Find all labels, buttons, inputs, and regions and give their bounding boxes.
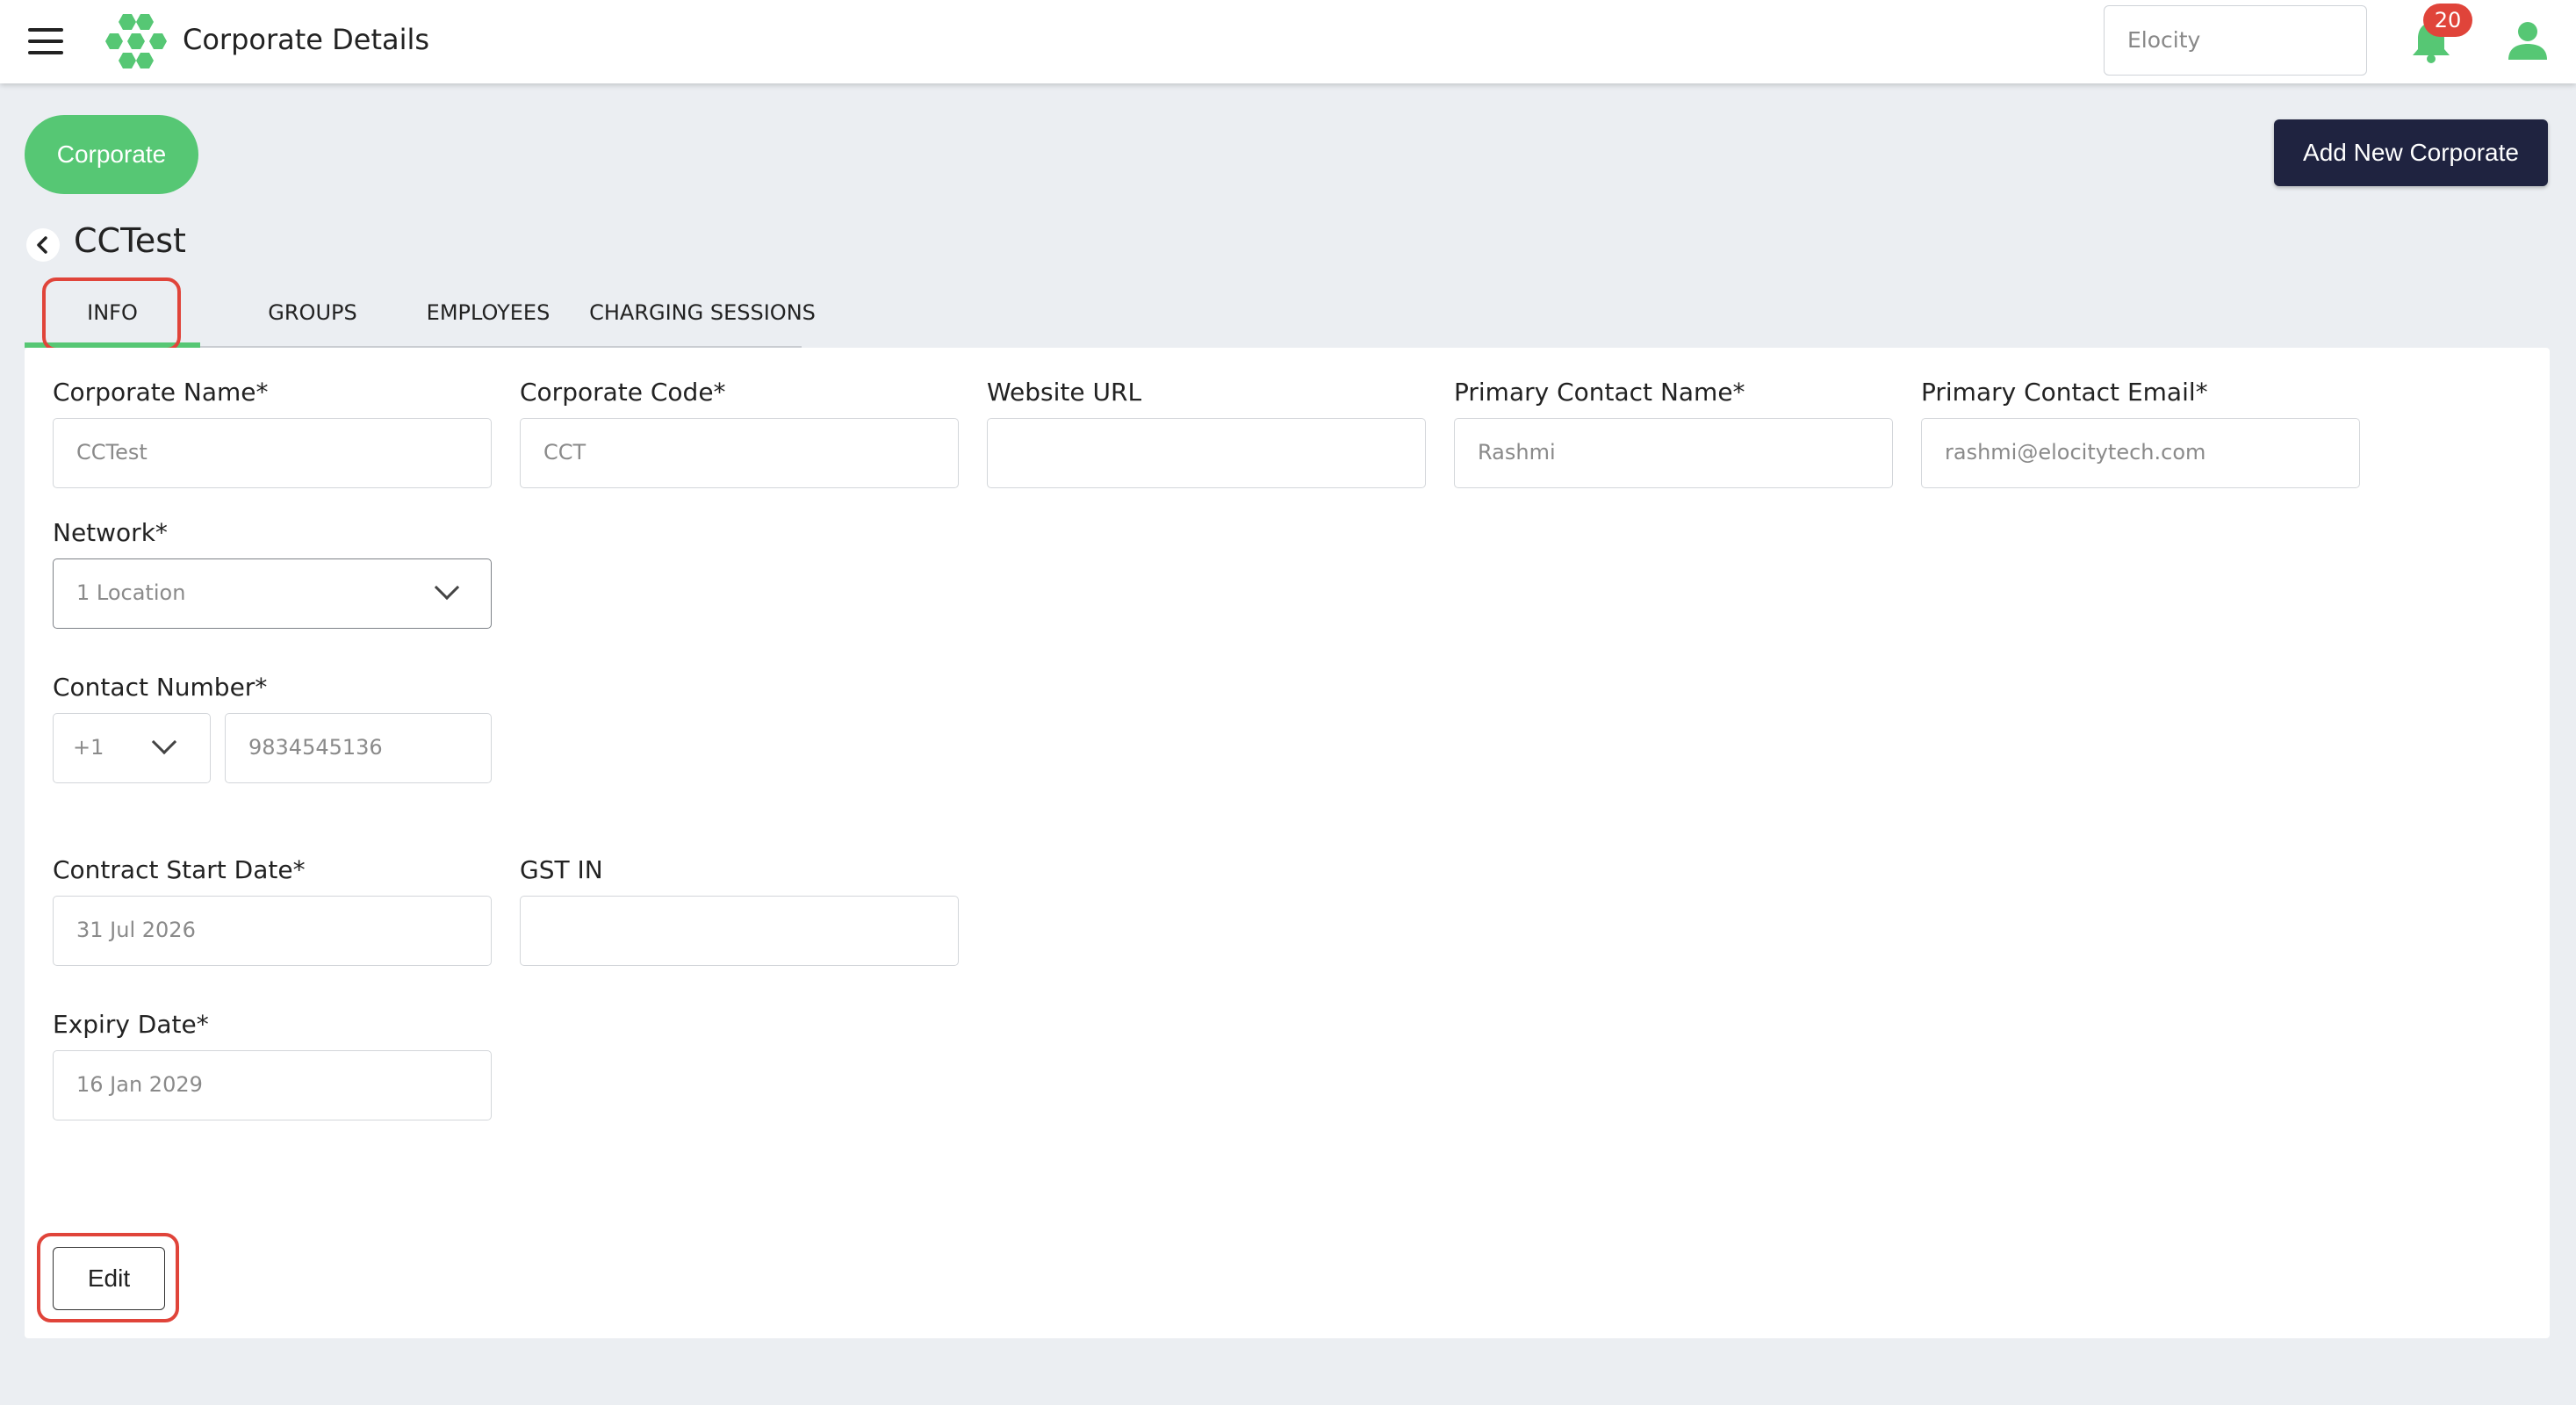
tab-groups[interactable]: GROUPS: [225, 286, 400, 348]
logo-icon: [105, 14, 167, 68]
country-code-select[interactable]: +1: [53, 713, 211, 783]
expiry-date-label: Expiry Date*: [53, 1010, 209, 1039]
chevron-down-icon: [434, 574, 460, 601]
website-url-field[interactable]: [987, 418, 1426, 488]
chevron-down-icon: [151, 729, 177, 755]
tab-charging-sessions[interactable]: CHARGING SESSIONS: [562, 286, 843, 348]
corporate-name-field[interactable]: CCTest: [53, 418, 492, 488]
corporate-button[interactable]: Corporate: [25, 115, 198, 194]
gst-in-field[interactable]: [520, 896, 959, 966]
chevron-left-icon: [37, 236, 47, 254]
network-select[interactable]: 1 Location: [53, 558, 492, 629]
tab-employees[interactable]: EMPLOYEES: [400, 286, 576, 348]
page-title: Corporate Details: [183, 23, 430, 56]
network-select-value: 1 Location: [76, 580, 186, 605]
website-url-label: Website URL: [987, 378, 1142, 407]
add-new-corporate-button[interactable]: Add New Corporate: [2274, 119, 2548, 186]
primary-contact-name-field[interactable]: Rashmi: [1454, 418, 1893, 488]
network-label: Network*: [53, 518, 168, 547]
edit-button[interactable]: Edit: [53, 1247, 165, 1310]
tab-info[interactable]: INFO: [25, 286, 200, 348]
primary-contact-email-label: Primary Contact Email*: [1921, 378, 2208, 407]
top-bar: Corporate Details Elocity 20: [0, 0, 2576, 83]
expiry-date-field[interactable]: 16 Jan 2029: [53, 1050, 492, 1120]
corporate-name-heading: CCTest: [74, 221, 186, 260]
back-button[interactable]: [26, 228, 60, 262]
corporate-code-label: Corporate Code*: [520, 378, 726, 407]
gst-in-label: GST IN: [520, 855, 603, 884]
contact-number-field[interactable]: 9834545136: [225, 713, 492, 783]
contract-start-date-field[interactable]: 31 Jul 2026: [53, 896, 492, 966]
organization-selector[interactable]: Elocity: [2104, 5, 2367, 76]
primary-contact-email-field[interactable]: rashmi@elocitytech.com: [1921, 418, 2360, 488]
country-code-value: +1: [73, 735, 104, 760]
contact-number-label: Contact Number*: [53, 673, 268, 702]
contract-start-date-label: Contract Start Date*: [53, 855, 306, 884]
primary-contact-name-label: Primary Contact Name*: [1454, 378, 1745, 407]
corporate-name-label: Corporate Name*: [53, 378, 269, 407]
notification-badge: 20: [2423, 4, 2472, 37]
menu-icon[interactable]: [28, 28, 63, 54]
tab-bar: INFO GROUPS EMPLOYEES CHARGING SESSIONS: [25, 286, 816, 348]
user-icon[interactable]: [2506, 21, 2550, 60]
corporate-info-card: [25, 348, 2550, 1338]
corporate-code-field[interactable]: CCT: [520, 418, 959, 488]
